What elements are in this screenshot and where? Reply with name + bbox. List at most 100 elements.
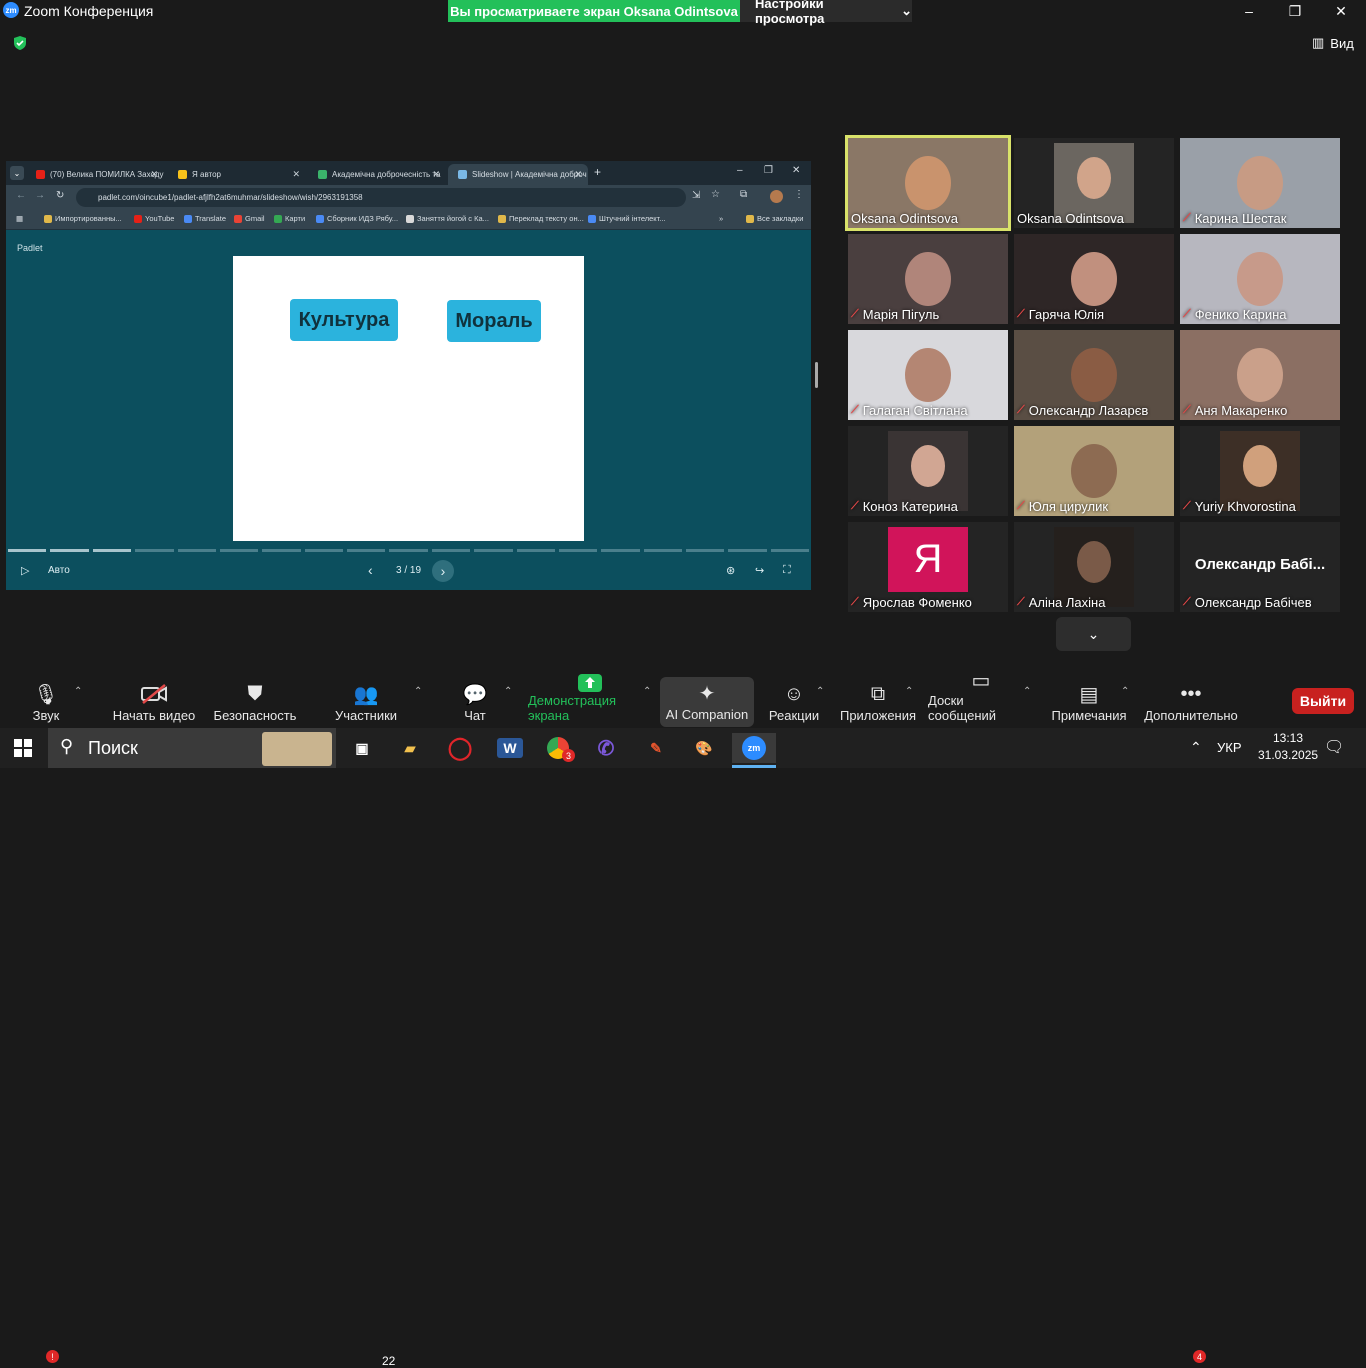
participant-tile[interactable]: ⟋ Олександр Лазарєв [1014, 330, 1174, 420]
progress-segment[interactable] [516, 549, 555, 552]
all-bookmarks[interactable]: Все закладки [746, 214, 803, 223]
tab-close-icon[interactable]: ✕ [574, 169, 582, 180]
opera-icon[interactable]: ◯ [440, 733, 480, 763]
apps-options-caret[interactable]: ⌃ [905, 686, 913, 697]
bookmark[interactable]: Переклад тексту он... [498, 214, 584, 223]
zoom-taskbar-icon[interactable]: zm [732, 733, 776, 763]
browser-tab[interactable]: Академічна доброчесність та ✕ [308, 164, 446, 185]
participants-button[interactable]: 👥 Участники [332, 672, 400, 728]
participant-tile[interactable]: Олександр Бабі... ⟋ Олександр Бабічев [1180, 522, 1340, 612]
notes-button[interactable]: ▤ Примечания [1051, 672, 1126, 728]
bookmark[interactable]: Импортированны... [44, 214, 122, 223]
tab-close-icon[interactable]: ✕ [292, 169, 300, 180]
participant-tile[interactable]: Oksana Odintsova [1014, 138, 1174, 228]
participants-options-caret[interactable]: ⌃ [414, 686, 422, 697]
progress-segment[interactable] [50, 549, 89, 552]
star-icon[interactable]: ☆ [711, 189, 720, 200]
browser-tab-active[interactable]: Slideshow | Академічна доброч ✕ [448, 164, 588, 185]
start-video-button[interactable]: Начать видео [98, 672, 210, 728]
progress-segment[interactable] [262, 549, 301, 552]
ai-companion-button[interactable]: ✦ AI Companion [660, 677, 754, 727]
whiteboards-options-caret[interactable]: ⌃ [1023, 686, 1031, 697]
word-icon[interactable]: W [490, 733, 530, 763]
reload-icon[interactable]: ↻ [56, 190, 64, 201]
profile-avatar[interactable] [770, 190, 783, 203]
clock-time[interactable]: 13:13 [1266, 731, 1310, 745]
viber-icon[interactable]: ✆ [586, 733, 626, 763]
install-icon[interactable]: ⇲ [692, 190, 700, 201]
back-icon[interactable]: ← [16, 190, 26, 201]
progress-segment[interactable] [643, 549, 682, 552]
chat-button[interactable]: 💬 Чат [455, 672, 495, 728]
notes-options-caret[interactable]: ⌃ [1121, 686, 1129, 697]
tab-search-icon[interactable]: ⌄ [10, 166, 24, 180]
progress-segment[interactable] [135, 549, 174, 552]
tray-chevron-icon[interactable]: ⌃ [1190, 739, 1202, 756]
participant-tile[interactable]: ⟋ Yuriy Khvorostina [1180, 426, 1340, 516]
restore-icon[interactable]: ❐ [1272, 0, 1318, 22]
file-explorer-icon[interactable]: ▰ [390, 733, 430, 763]
audio-button[interactable]: 🎙 Звук [28, 672, 64, 728]
progress-segment[interactable] [8, 549, 47, 552]
share-icon[interactable]: ↪ [755, 564, 764, 577]
tab-close-icon[interactable]: ✕ [432, 169, 440, 180]
progress-segment[interactable] [389, 549, 428, 552]
task-view-icon[interactable]: ▣ [342, 733, 382, 763]
participant-tile[interactable]: ⟋ Гаряча Юлія [1014, 234, 1174, 324]
participant-tile[interactable]: ⟋ Коноз Катерина [848, 426, 1008, 516]
tab-close-icon[interactable]: ✕ [150, 169, 158, 180]
participant-tile[interactable]: ⟋ Галаган Світлана [848, 330, 1008, 420]
browser-restore-icon[interactable]: ❐ [764, 165, 773, 176]
play-icon[interactable]: ▷ [21, 564, 29, 577]
progress-segment[interactable] [177, 549, 216, 552]
participant-tile[interactable]: ⟋ Марія Пігуль [848, 234, 1008, 324]
clock-date[interactable]: 31.03.2025 [1258, 748, 1318, 762]
view-button[interactable]: ▥ Вид [1312, 35, 1354, 51]
progress-segment[interactable] [92, 549, 132, 552]
splitter-handle[interactable] [815, 362, 818, 388]
notification-icon[interactable]: 🗨 [1324, 737, 1344, 757]
progress-segment[interactable] [770, 549, 810, 552]
apps-grid-icon[interactable]: ▦ [16, 214, 23, 223]
progress-segment[interactable] [601, 549, 640, 552]
participant-tile[interactable]: ⟋ Аня Макаренко [1180, 330, 1340, 420]
share-options-caret[interactable]: ⌃ [643, 686, 651, 697]
more-bookmarks-icon[interactable]: » [719, 214, 723, 223]
progress-segment[interactable] [304, 549, 343, 552]
bookmark[interactable]: Translate [184, 214, 226, 223]
encryption-shield-icon[interactable] [12, 35, 28, 51]
taskbar-search[interactable]: ⚲ Поиск [48, 728, 336, 768]
security-button[interactable]: ⛊ Безопасность [212, 672, 298, 728]
progress-segment[interactable] [686, 549, 725, 552]
progress-segment[interactable] [728, 549, 767, 552]
forward-icon[interactable]: → [35, 190, 45, 201]
browser-menu-icon[interactable]: ⋮ [794, 189, 804, 200]
bookmark[interactable]: Штучний інтелект... [588, 214, 666, 223]
browser-tab[interactable]: Я автор ✕ [168, 164, 306, 185]
browser-minimize-icon[interactable]: – [737, 165, 743, 176]
chat-options-caret[interactable]: ⌃ [504, 686, 512, 697]
accessibility-icon[interactable]: ⊛ [726, 564, 735, 577]
progress-segment[interactable] [431, 549, 471, 552]
participant-tile[interactable]: ⟋ Аліна Лахіна [1014, 522, 1174, 612]
minimize-icon[interactable]: – [1226, 0, 1272, 22]
participant-tile[interactable]: ⟋ Феникo Карина [1180, 234, 1340, 324]
reactions-button[interactable]: ☺ Реакции [766, 672, 822, 728]
next-slide-icon[interactable]: › [432, 560, 454, 582]
fullscreen-icon[interactable]: ⛶ [783, 564, 791, 577]
audio-options-caret[interactable]: ⌃ [74, 686, 82, 697]
progress-segment[interactable] [474, 549, 513, 552]
paint-icon[interactable]: 🎨 [684, 733, 724, 763]
more-button[interactable]: ••• Дополнительно [1144, 672, 1238, 728]
bookmark[interactable]: Карти [274, 214, 305, 223]
participant-tile[interactable]: ⟋ Карина Шестак [1180, 138, 1340, 228]
share-screen-button[interactable]: Демонстрация экрана [528, 672, 652, 728]
apps-button[interactable]: ⧉ Приложения [840, 672, 916, 728]
leave-button[interactable]: Выйти [1292, 688, 1354, 714]
browser-close-icon[interactable]: ✕ [792, 165, 800, 176]
close-icon[interactable]: ✕ [1318, 0, 1364, 22]
bookmark[interactable]: Gmail [234, 214, 265, 223]
prev-slide-icon[interactable]: ‹ [368, 562, 373, 578]
auto-label[interactable]: Авто [48, 565, 70, 576]
url-bar[interactable]: padlet.com/oincube1/padlet-afjlfh2at6muh… [76, 188, 686, 207]
